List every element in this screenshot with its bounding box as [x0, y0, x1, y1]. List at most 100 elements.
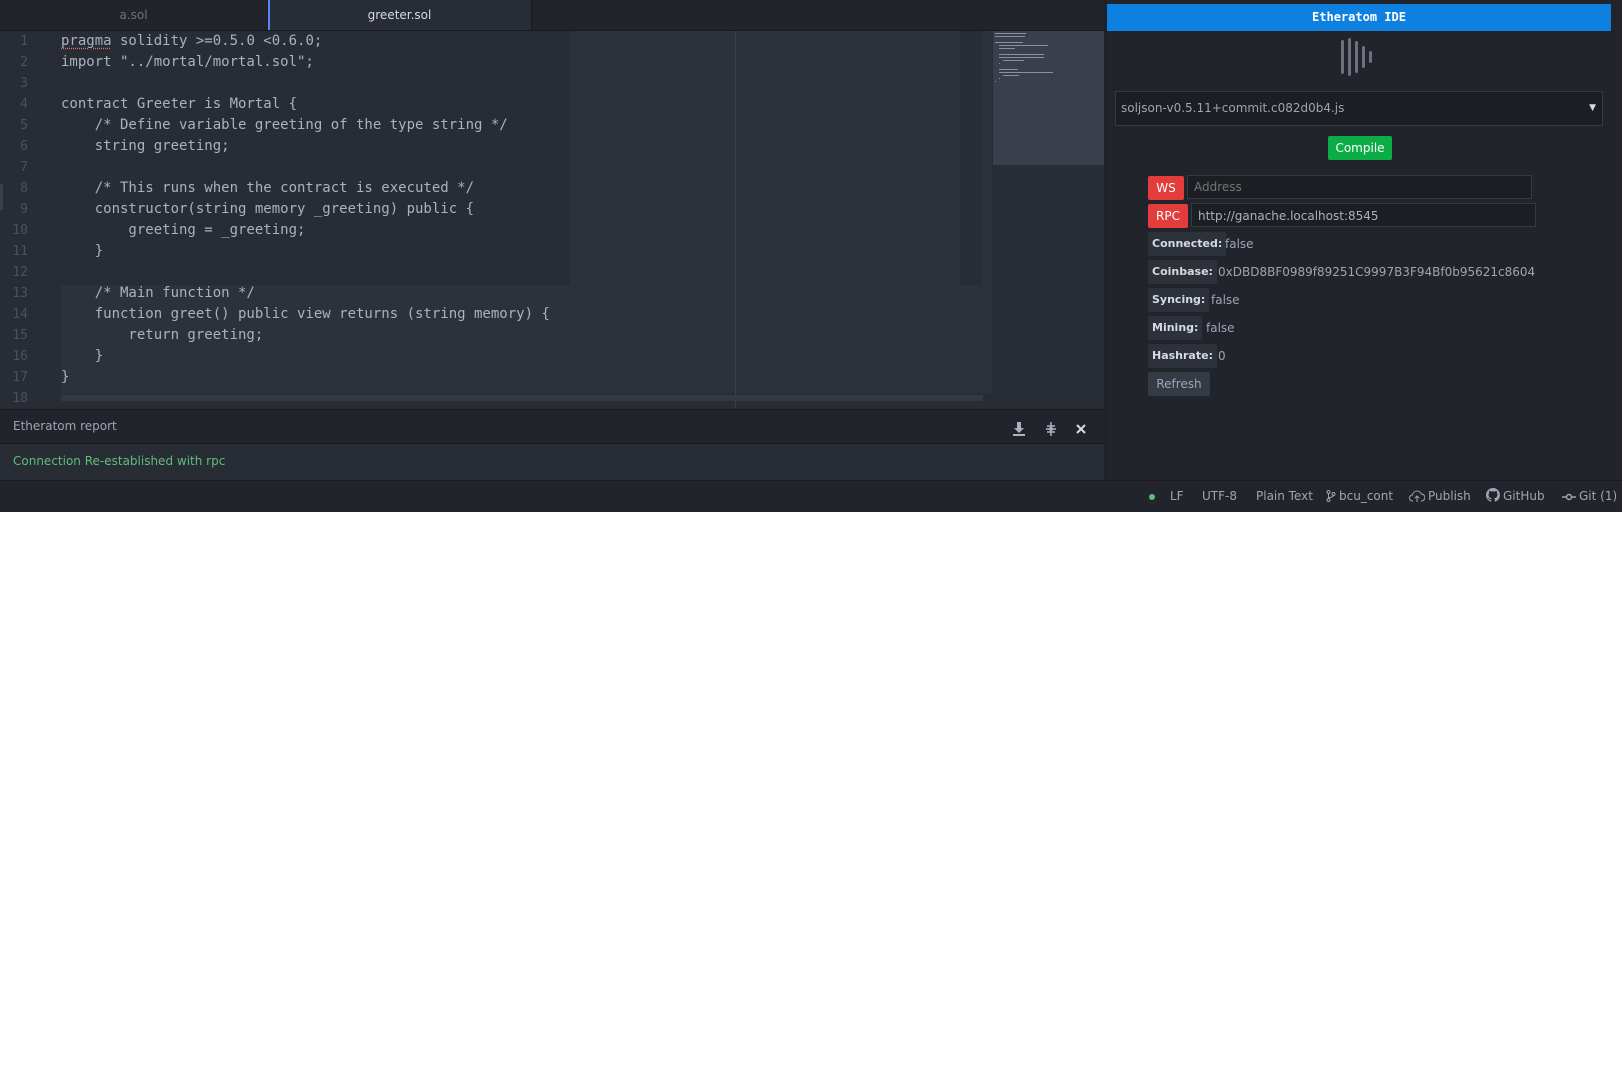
git-label: Git (1)	[1579, 489, 1618, 503]
minimap-line	[999, 63, 1000, 64]
branch-name: bcu_cont	[1339, 489, 1394, 503]
minimap-line	[995, 42, 1023, 43]
etheratom-panel: Etheratom IDE soljson-v0.5.11+commit.c08…	[1107, 0, 1622, 480]
ws-label: WS	[1148, 176, 1184, 200]
git-commit-icon	[1562, 493, 1576, 501]
line-number: 6	[20, 139, 28, 154]
code-line[interactable]: /* Main function */	[61, 283, 984, 304]
line-number: 4	[20, 97, 28, 112]
line-number: 12	[12, 265, 28, 280]
line-number: 7	[20, 160, 28, 175]
syncing-label: Syncing:	[1148, 288, 1210, 312]
mining-value: false	[1206, 321, 1235, 335]
code-line[interactable]: import "../mortal/mortal.sol";	[61, 52, 984, 73]
github-button[interactable]: GitHub	[1486, 481, 1545, 511]
minimap-line	[999, 54, 1044, 55]
download-icon[interactable]	[1012, 421, 1028, 437]
pin-icon[interactable]	[1043, 421, 1059, 437]
minimap-line	[999, 45, 1048, 46]
refresh-button[interactable]: Refresh	[1148, 372, 1210, 396]
line-number: 14	[12, 307, 28, 322]
coinbase-value: 0xDBD8BF0989f89251C9997B3F94Bf0b95621c86…	[1218, 265, 1536, 279]
rpc-url-input[interactable]: http://ganache.localhost:8545	[1191, 203, 1536, 227]
horizontal-scrollbar[interactable]	[61, 395, 983, 401]
coinbase-label: Coinbase:	[1148, 260, 1217, 284]
code-line[interactable]: }	[61, 241, 984, 262]
minimap-line	[1003, 60, 1024, 61]
status-indicator-icon	[1149, 494, 1155, 500]
line-number: 1	[20, 34, 28, 49]
report-panel-header: Etheratom report	[0, 409, 1104, 444]
atom-window: a.sol greeter.sol 1 2 3 4 5 6 7 8 9 10 11 12 13 14 15 1…	[0, 0, 1622, 512]
line-number: 5	[20, 118, 28, 133]
status-bar: LF UTF-8 Plain Text bcu_cont Publish Git…	[0, 480, 1622, 512]
publish-button[interactable]: Publish	[1409, 481, 1471, 511]
report-actions	[1002, 418, 1090, 436]
line-number: 8	[20, 181, 28, 196]
code-line[interactable]: greeting = _greeting;	[61, 220, 984, 241]
ethereum-logo-icon	[1341, 38, 1372, 76]
line-number: 11	[12, 244, 28, 259]
encoding-selector[interactable]: UTF-8	[1202, 481, 1237, 511]
code-line[interactable]: pragma solidity >=0.5.0 <0.6.0;	[61, 31, 984, 52]
branch-icon	[1326, 490, 1336, 502]
compile-button[interactable]: Compile	[1328, 136, 1392, 160]
rpc-label: RPC	[1148, 204, 1188, 228]
ws-address-input[interactable]	[1187, 175, 1532, 199]
tab-bar: a.sol greeter.sol	[0, 0, 1104, 31]
minimap-line	[999, 72, 1053, 73]
tab-greeter-sol[interactable]: greeter.sol	[268, 0, 532, 30]
code-line[interactable]: contract Greeter is Mortal {	[61, 94, 984, 115]
close-icon[interactable]	[1074, 421, 1090, 437]
panel-title: Etheratom IDE	[1107, 4, 1611, 31]
line-number: 18	[12, 391, 28, 406]
line-number: 10	[12, 223, 28, 238]
code-line[interactable]: function greet() public view returns (st…	[61, 304, 984, 325]
compiler-version-select[interactable]: soljson-v0.5.11+commit.c082d0b4.js ▼	[1115, 91, 1603, 126]
code-line[interactable]	[61, 73, 984, 94]
minimap[interactable]	[993, 31, 1104, 165]
hashrate-label: Hashrate:	[1148, 344, 1217, 368]
code-line[interactable]	[61, 157, 984, 178]
code-line[interactable]: constructor(string memory _greeting) pub…	[61, 199, 984, 220]
syncing-value: false	[1211, 293, 1240, 307]
minimap-line	[995, 33, 1026, 34]
report-panel-body: Connection Re-established with rpc	[0, 444, 1104, 480]
code-line[interactable]: /* Define variable greeting of the type …	[61, 115, 984, 136]
code-line[interactable]: }	[61, 346, 984, 367]
line-number: 3	[20, 76, 28, 91]
connected-value: false	[1225, 237, 1254, 251]
code-line[interactable]: /* This runs when the contract is execut…	[61, 178, 984, 199]
code-line[interactable]: }	[61, 367, 984, 388]
line-number: 2	[20, 55, 28, 70]
publish-label: Publish	[1428, 489, 1471, 503]
line-number-gutter: 1 2 3 4 5 6 7 8 9 10 11 12 13 14 15 16 17 18	[0, 31, 44, 408]
grammar-selector[interactable]: Plain Text	[1256, 481, 1313, 511]
minimap-line	[995, 81, 996, 82]
report-message: Connection Re-established with rpc	[13, 454, 226, 468]
minimap-line	[995, 36, 1025, 37]
compiler-version-value: soljson-v0.5.11+commit.c082d0b4.js	[1121, 101, 1345, 115]
lint-error-token[interactable]: pragma	[61, 33, 112, 49]
line-number: 13	[12, 286, 28, 301]
line-number: 16	[12, 349, 28, 364]
code-line[interactable]: return greeting;	[61, 325, 984, 346]
code-line[interactable]: string greeting;	[61, 136, 984, 157]
report-title: Etheratom report	[13, 419, 117, 433]
minimap-line	[999, 69, 1018, 70]
tab-a-sol[interactable]: a.sol	[0, 0, 268, 30]
code-lines[interactable]: pragma solidity >=0.5.0 <0.6.0; import ".…	[61, 31, 984, 408]
code-line[interactable]	[61, 262, 984, 283]
github-icon	[1486, 488, 1500, 502]
line-ending-selector[interactable]: LF	[1170, 481, 1184, 511]
hashrate-value: 0	[1218, 349, 1226, 363]
code-editor[interactable]: 1 2 3 4 5 6 7 8 9 10 11 12 13 14 15 16 17 18 pragma solid…	[0, 31, 1104, 408]
git-button[interactable]: Git (1)	[1562, 481, 1617, 511]
mining-label: Mining:	[1148, 316, 1203, 340]
git-branch[interactable]: bcu_cont	[1326, 481, 1393, 511]
chevron-down-icon: ▼	[1589, 103, 1596, 113]
line-number: 17	[12, 370, 28, 385]
connected-label: Connected:	[1148, 232, 1227, 256]
line-number: 9	[20, 202, 28, 217]
vertical-scrollbar[interactable]	[982, 31, 992, 393]
